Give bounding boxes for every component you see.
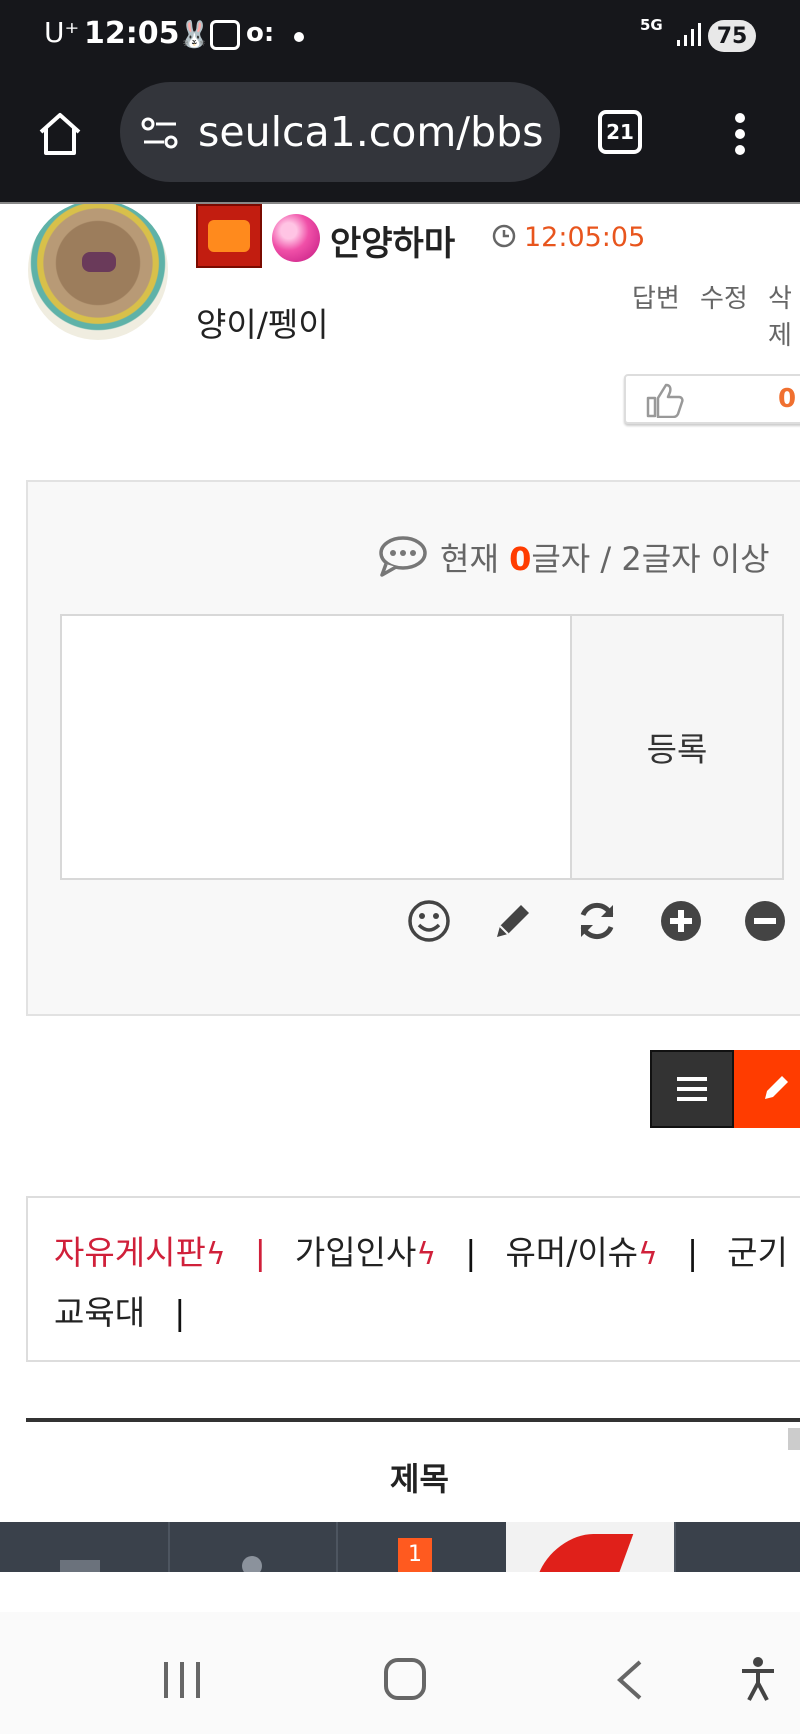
web-content: 안양하마 12:05:05 답변 수정 삭제 양이/펭이 0 현재 0글자 / … [0,202,800,1572]
hot-bolt-icon: ϟ [638,1237,658,1272]
level-badge-icon [196,204,262,268]
bottom-bar-divider [674,1522,676,1572]
signal-icon [677,23,701,46]
refresh-icon[interactable] [574,898,620,944]
char-counter-value: 0 [509,540,532,578]
char-counter-prefix: 현재 [440,540,510,578]
notification-dot-icon [294,32,304,42]
comment-text: 양이/펭이 [196,305,329,344]
bottom-menu-bar: 1 [0,1522,800,1572]
home-icon[interactable] [36,110,84,158]
avatar-cat-icon [82,252,116,272]
clock-icon [492,224,516,248]
app-notification-icon: o: [246,18,275,48]
bottom-bar-icon[interactable] [242,1556,262,1572]
list-button[interactable] [650,1050,734,1128]
rabbit-icon: 🐰 [178,20,211,50]
bottom-bar-icon[interactable] [60,1560,100,1572]
bottom-bar-divider [336,1522,338,1572]
browser-toolbar: seulca1.com/bbs 21 [0,74,800,202]
comment-textarea[interactable] [60,614,572,880]
recent-apps-icon[interactable] [162,1660,202,1700]
battery-badge: 75 [708,20,756,52]
edit-link[interactable]: 수정 [700,278,748,315]
list-scroll-indicator [788,1428,800,1450]
char-counter-suffix: 글자 / 2글자 이상 [531,540,770,578]
thumbs-up-icon [646,383,684,418]
address-bar[interactable]: seulca1.com/bbs [120,82,560,182]
pencil-icon[interactable] [490,898,536,944]
submit-button[interactable]: 등록 [572,614,784,880]
list-column-title: 제목 [390,1460,449,1498]
category-separator: | [465,1233,477,1272]
reply-link[interactable]: 답변 [632,278,680,315]
category-box: 자유게시판ϟ | 가입인사ϟ | 유머/이슈ϟ | 군기교육대 | [26,1196,800,1362]
category-separator: | [686,1233,699,1272]
category-free-board[interactable]: 자유게시판 [54,1233,206,1272]
category-list: 자유게시판ϟ | 가입인사ϟ | 유머/이슈ϟ | 군기교육대 | [54,1226,794,1346]
category-separator: | [254,1233,266,1272]
delete-link[interactable]: 삭제 [768,278,800,352]
char-counter: 현재 0글자 / 2글자 이상 [440,534,770,580]
bottom-bar-banner[interactable] [506,1522,674,1572]
url-text[interactable]: seulca1.com/bbs [198,108,544,156]
author-avatar[interactable] [28,204,168,340]
network-type-label: 5G [640,16,663,34]
tab-switcher-button[interactable]: 21 [598,110,642,154]
system-nav-bar [0,1612,800,1734]
back-icon[interactable] [614,1658,644,1702]
like-count: 0 [778,384,797,414]
bottom-bar-divider [168,1522,170,1572]
like-button[interactable]: 0 [624,374,800,424]
face-scan-icon [210,20,240,50]
status-bar: U⁺ 12:05 🐰 o: 5G 75 [0,0,800,74]
home-nav-icon[interactable] [384,1658,426,1700]
accessibility-icon[interactable] [740,1656,776,1702]
speech-bubble-icon [379,536,427,577]
comment-author[interactable]: 안양하마 [330,216,455,265]
clock: 12:05 [84,16,180,51]
minus-circle-icon[interactable] [742,898,788,944]
banner-logo-icon [538,1534,634,1572]
emoticon-icon[interactable] [406,898,452,944]
site-settings-icon[interactable] [140,115,180,151]
plus-circle-icon[interactable] [658,898,704,944]
candy-icon [272,214,320,262]
list-icon [677,1077,707,1101]
bottom-bar-badge: 1 [398,1538,432,1572]
list-top-border [26,1418,800,1422]
category-greetings[interactable]: 가입인사 [295,1233,416,1272]
carrier-label: U⁺ [44,16,80,49]
comment-time: 12:05:05 [524,222,646,253]
comment-form: 현재 0글자 / 2글자 이상 등록 [26,480,800,1016]
write-pencil-icon [765,1076,788,1099]
category-separator: | [174,1293,186,1332]
browser-menu-icon[interactable] [728,110,752,158]
category-humor[interactable]: 유머/이슈 [505,1233,638,1272]
hot-bolt-icon: ϟ [205,1237,226,1272]
write-button[interactable] [734,1050,800,1128]
hot-bolt-icon: ϟ [416,1237,437,1272]
